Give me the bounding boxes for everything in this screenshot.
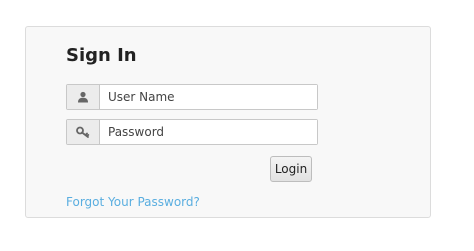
forgot-password-link[interactable]: Forgot Your Password? [66, 195, 200, 209]
username-field[interactable] [66, 84, 318, 110]
signin-card: Sign In Login Forgot Your Password? [25, 26, 431, 218]
login-button[interactable]: Login [270, 156, 312, 182]
user-icon [67, 85, 100, 109]
signin-title: Sign In [66, 45, 137, 66]
password-field[interactable] [66, 119, 318, 145]
key-icon [67, 120, 100, 144]
username-input[interactable] [100, 85, 317, 109]
password-input[interactable] [100, 120, 317, 144]
